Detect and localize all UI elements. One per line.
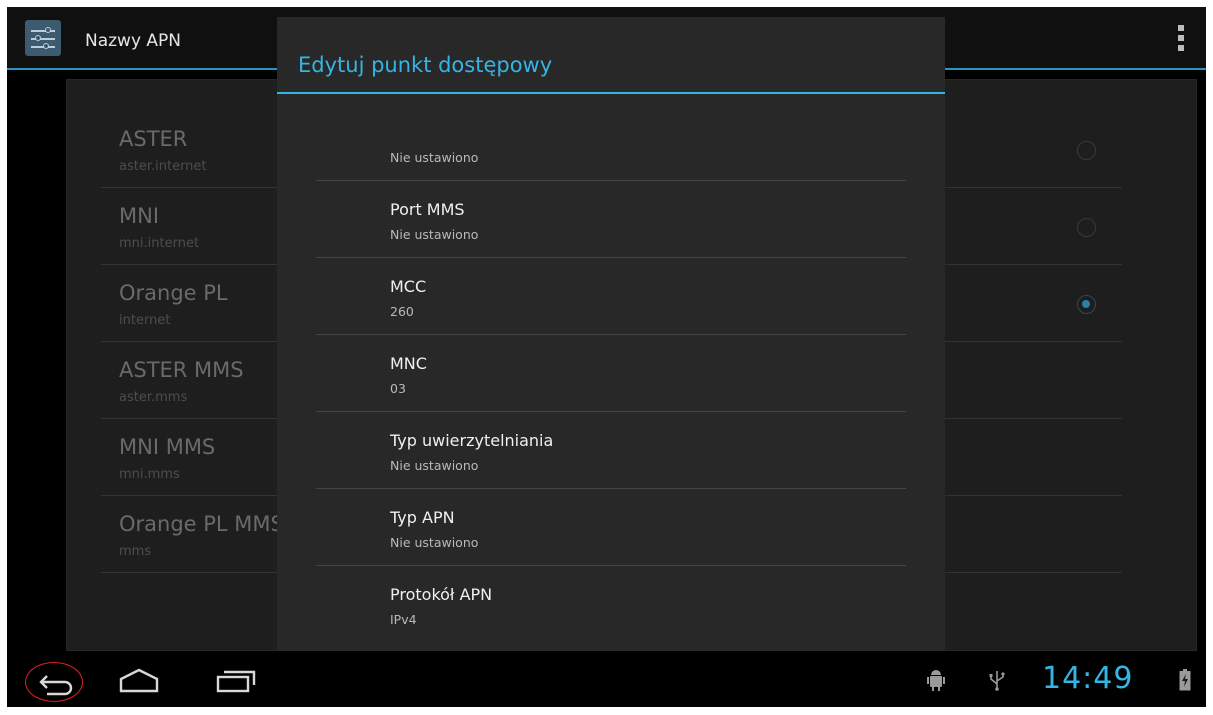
preference-title: Typ APN [390,508,455,527]
recent-apps-button[interactable] [212,665,260,695]
back-icon [38,674,72,695]
preference-item[interactable]: Nie ustawiono [316,126,906,181]
preference-summary: 260 [390,304,414,319]
preference-title: Protokół APN [390,585,493,604]
preference-summary: Nie ustawiono [390,535,479,550]
preference-title: Typ uwierzytelniania [390,431,554,450]
usb-icon [989,671,1005,691]
page-title: Nazwy APN [85,31,182,51]
preference-summary: IPv4 [390,612,417,626]
recent-apps-icon [216,670,256,693]
preference-item[interactable]: Protokół APN IPv4 [316,566,906,626]
apn-radio-button[interactable] [1077,218,1096,237]
preference-summary: Nie ustawiono [390,227,479,242]
apn-address: mni.internet [119,236,200,251]
android-debug-icon [927,670,945,691]
apn-name: ASTER [119,127,188,151]
apn-address: mms [119,544,152,559]
apn-name: MNI MMS [119,435,216,459]
navigation-bar: 14:49 [7,653,1206,707]
apn-address: aster.internet [119,159,207,174]
apn-name: Orange PL [119,281,228,305]
preference-item[interactable]: Port MMS Nie ustawiono [316,181,906,258]
dialog-preference-list[interactable]: Nie ustawiono Port MMS Nie ustawiono MCC… [277,126,945,626]
apn-address: mni.mms [119,467,180,482]
home-icon [119,668,159,693]
status-clock: 14:49 [1042,661,1134,696]
apn-address: internet [119,313,171,328]
back-button[interactable] [25,662,83,702]
preference-item[interactable]: MNC 03 [316,335,906,412]
home-button[interactable] [115,665,163,695]
tablet-screen: Nazwy APN ASTER aster.internet MNI mni.i… [7,7,1206,707]
preference-item[interactable]: MCC 260 [316,258,906,335]
preference-title: MCC [390,277,427,296]
apn-name: ASTER MMS [119,358,244,382]
preference-summary: Nie ustawiono [390,150,479,165]
apn-name: MNI [119,204,160,228]
battery-charging-icon [1179,669,1191,691]
overflow-menu-icon[interactable] [1178,25,1184,51]
edit-apn-dialog: Edytuj punkt dostępowy Nie ustawiono Por… [277,17,945,651]
settings-sliders-icon[interactable] [25,20,61,56]
dialog-divider [277,92,945,94]
preference-title: MNC [390,354,427,373]
preference-summary: Nie ustawiono [390,458,479,473]
preference-title: Port MMS [390,200,465,219]
dialog-title: Edytuj punkt dostępowy [298,53,553,77]
apn-name: Orange PL MMS [119,512,284,536]
apn-radio-button-selected[interactable] [1077,295,1096,314]
apn-radio-button[interactable] [1077,141,1096,160]
preference-item[interactable]: Typ APN Nie ustawiono [316,489,906,566]
preference-summary: 03 [390,381,406,396]
apn-address: aster.mms [119,390,188,405]
preference-item[interactable]: Typ uwierzytelniania Nie ustawiono [316,412,906,489]
